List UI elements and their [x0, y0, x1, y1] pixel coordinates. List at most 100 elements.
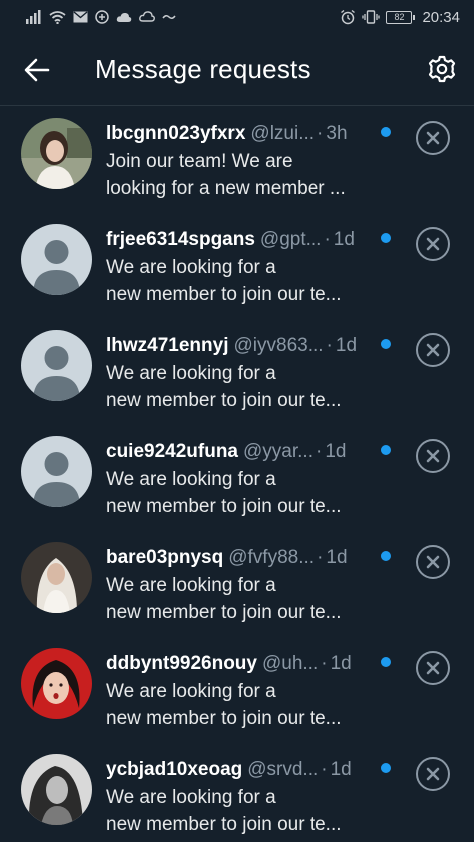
- message-preview-line: new member to join our te...: [106, 496, 342, 517]
- dismiss-button[interactable]: [416, 439, 450, 473]
- sender-name: cuie9242ufuna: [106, 441, 238, 462]
- message-request-item[interactable]: bare03pnysq @fvfy88... · 1d We are looking …: [0, 530, 474, 636]
- back-button[interactable]: [22, 56, 52, 84]
- message-preview-line: We are looking for a: [106, 257, 276, 278]
- avatar[interactable]: [21, 224, 92, 295]
- alarm-icon: [341, 9, 356, 25]
- unread-indicator: [381, 445, 391, 455]
- avatar-image: [21, 118, 92, 189]
- sender-handle: @fvfy88...: [228, 547, 315, 568]
- battery-level: 82: [394, 11, 405, 22]
- avatar-image: [21, 754, 92, 825]
- close-icon: [426, 237, 440, 251]
- message-time: 1d: [325, 441, 347, 462]
- close-icon: [426, 555, 440, 569]
- battery-icon: 82: [386, 10, 416, 24]
- wifi-icon: [49, 10, 66, 24]
- close-icon: [426, 343, 440, 357]
- close-icon: [426, 131, 440, 145]
- message-preview: We are looking for a new member to join …: [106, 466, 396, 520]
- sender-handle: @srvd...: [247, 759, 319, 780]
- message-request-item[interactable]: lhwz471ennyj @iyv863... · 1d We are looking…: [0, 318, 474, 424]
- sender-line: lhwz471ennyj @iyv863... · 1d: [106, 334, 406, 358]
- message-request-item[interactable]: ycbjad10xeoag @srvd... · 1d We are looking …: [0, 742, 474, 842]
- message-preview-line: looking for a new member ...: [106, 178, 346, 199]
- separator-dot: ·: [321, 759, 328, 780]
- status-time: 20:34: [422, 8, 460, 26]
- separator-dot: ·: [321, 653, 328, 674]
- message-preview-line: new member to join our te...: [106, 390, 342, 411]
- avatar[interactable]: [21, 436, 92, 507]
- message-request-item[interactable]: cuie9242ufuna @yyar... · 1d We are looking …: [0, 424, 474, 530]
- avatar-image: [21, 330, 92, 401]
- sender-handle: @gpt...: [259, 229, 322, 250]
- status-icons-right: 82 20:34: [340, 9, 460, 26]
- sender-line: frjee6314spgans @gpt... · 1d: [106, 228, 406, 252]
- message-preview-line: new member to join our te...: [106, 708, 342, 729]
- signal-icon: [26, 10, 41, 24]
- message-preview-line: new member to join our te...: [106, 284, 342, 305]
- message-preview: We are looking for a new member to join …: [106, 572, 396, 626]
- sender-line: ddbynt9926nouy @uh... · 1d: [106, 652, 406, 676]
- message-preview-line: We are looking for a: [106, 363, 276, 384]
- dismiss-button[interactable]: [416, 227, 450, 261]
- message-request-item[interactable]: lbcgnn023yfxrx @lzui... · 3h Join our team!…: [0, 106, 474, 212]
- sender-name: lhwz471ennyj: [106, 335, 229, 356]
- sender-handle: @lzui...: [250, 123, 315, 144]
- header: Message requests: [0, 34, 474, 106]
- unread-indicator: [381, 657, 391, 667]
- message-time: 1d: [330, 653, 352, 674]
- sender-handle: @iyv863...: [233, 335, 324, 356]
- sender-name: ddbynt9926nouy: [106, 653, 257, 674]
- avatar[interactable]: [21, 542, 92, 613]
- message-preview-line: new member to join our te...: [106, 602, 342, 623]
- dismiss-button[interactable]: [416, 121, 450, 155]
- sender-line: ycbjad10xeoag @srvd... · 1d: [106, 758, 406, 782]
- avatar[interactable]: [21, 330, 92, 401]
- sender-name: frjee6314spgans: [106, 229, 255, 250]
- message-time: 1d: [333, 229, 355, 250]
- sender-name: bare03pnysq: [106, 547, 224, 568]
- close-icon: [426, 661, 440, 675]
- message-preview-line: We are looking for a: [106, 787, 276, 808]
- plus-circle-icon: [95, 10, 109, 24]
- avatar[interactable]: [21, 118, 92, 189]
- message-request-item[interactable]: ddbynt9926nouy @uh... · 1d We are looking f…: [0, 636, 474, 742]
- tilde-icon: [162, 14, 176, 20]
- separator-dot: ·: [324, 229, 331, 250]
- message-preview: We are looking for a new member to join …: [106, 360, 396, 414]
- message-preview-line: We are looking for a: [106, 575, 276, 596]
- dismiss-button[interactable]: [416, 333, 450, 367]
- avatar-image: [21, 648, 92, 719]
- unread-indicator: [381, 127, 391, 137]
- status-icons-left: [26, 10, 176, 24]
- sender-line: cuie9242ufuna @yyar... · 1d: [106, 440, 406, 464]
- dismiss-button[interactable]: [416, 545, 450, 579]
- message-time: 1d: [326, 547, 348, 568]
- message-time: 1d: [330, 759, 352, 780]
- dismiss-button[interactable]: [416, 651, 450, 685]
- message-request-item[interactable]: frjee6314spgans @gpt... · 1d We are looking…: [0, 212, 474, 318]
- message-preview: We are looking for a new member to join …: [106, 254, 396, 308]
- arrow-left-icon: [24, 58, 50, 82]
- sender-line: bare03pnysq @fvfy88... · 1d: [106, 546, 406, 570]
- close-icon: [426, 449, 440, 463]
- vibrate-icon: [362, 10, 381, 24]
- sender-handle: @uh...: [261, 653, 319, 674]
- settings-button[interactable]: [427, 54, 457, 84]
- unread-indicator: [381, 233, 391, 243]
- message-preview: We are looking for a new member to join …: [106, 784, 396, 838]
- message-time: 1d: [335, 335, 358, 356]
- avatar-image: [21, 436, 92, 507]
- status-bar: 82 20:34: [0, 0, 474, 34]
- separator-dot: ·: [315, 441, 323, 462]
- avatar[interactable]: [21, 754, 92, 825]
- separator-dot: ·: [317, 547, 324, 568]
- unread-indicator: [381, 339, 391, 349]
- sender-handle: @yyar...: [243, 441, 313, 462]
- cloud-sync-icon: [139, 11, 155, 22]
- avatar[interactable]: [21, 648, 92, 719]
- page-title: Message requests: [95, 54, 311, 84]
- dismiss-button[interactable]: [416, 757, 450, 791]
- sender-name: lbcgnn023yfxrx: [106, 123, 246, 144]
